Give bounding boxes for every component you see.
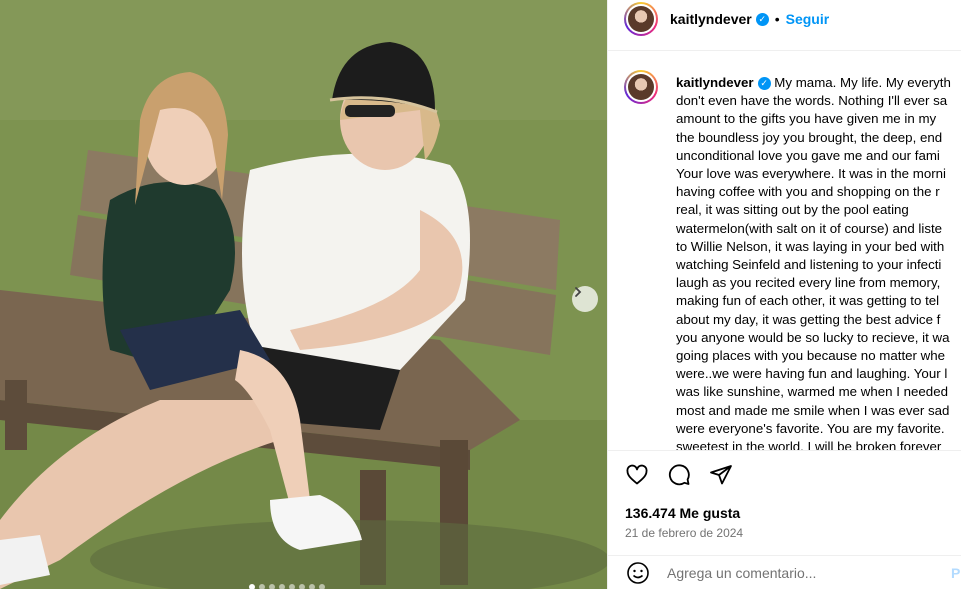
post-side-panel: kaitlyndever ✓ • Seguir kaitlyndever ✓ My… — [608, 0, 961, 589]
like-button[interactable] — [624, 462, 650, 488]
carousel-dot — [249, 584, 255, 589]
post-header: kaitlyndever ✓ • Seguir — [608, 0, 961, 38]
heart-icon — [626, 464, 648, 485]
smiley-icon — [627, 561, 649, 584]
carousel-dot — [319, 584, 325, 589]
comment-bubble-icon — [668, 464, 690, 486]
post-photo[interactable] — [0, 0, 607, 589]
comment-composer: P — [608, 556, 961, 589]
carousel-dot — [279, 584, 285, 589]
caption-divider — [608, 450, 961, 451]
caption-text: kaitlyndever ✓ My mama. My life. My every… — [676, 74, 961, 450]
carousel-dot — [259, 584, 265, 589]
photo-illustration — [0, 0, 607, 589]
verified-badge-icon: ✓ — [755, 12, 769, 26]
caption-avatar[interactable] — [624, 70, 658, 104]
carousel-dot — [309, 584, 315, 589]
caption-area[interactable]: kaitlyndever ✓ My mama. My life. My every… — [608, 68, 961, 450]
caption-body: My mama. My life. My everyth don't even … — [676, 75, 951, 450]
carousel-indicator — [249, 584, 325, 589]
post-date[interactable]: 21 de febrero de 2024 — [625, 526, 743, 540]
next-slide-button[interactable] — [572, 286, 598, 312]
avatar[interactable] — [624, 2, 658, 36]
publish-button[interactable]: P — [951, 565, 960, 581]
action-bar — [624, 462, 734, 488]
carousel-dot — [269, 584, 275, 589]
header-username[interactable]: kaitlyndever — [670, 11, 752, 27]
likes-count[interactable]: 136.474 Me gusta — [625, 505, 740, 521]
comment-button[interactable] — [666, 462, 692, 488]
follow-button[interactable]: Seguir — [786, 11, 830, 27]
caption-username[interactable]: kaitlyndever — [676, 75, 754, 90]
header-divider — [608, 50, 961, 51]
avatar-image — [628, 6, 654, 32]
carousel-dot — [289, 584, 295, 589]
comment-input[interactable] — [665, 563, 929, 582]
carousel-dot — [299, 584, 305, 589]
chevron-right-icon — [575, 287, 582, 297]
share-button[interactable] — [708, 462, 734, 488]
verified-badge-icon: ✓ — [757, 76, 771, 90]
send-paper-plane-icon — [710, 465, 732, 485]
header-separator: • — [774, 11, 780, 27]
emoji-button[interactable] — [625, 560, 651, 586]
